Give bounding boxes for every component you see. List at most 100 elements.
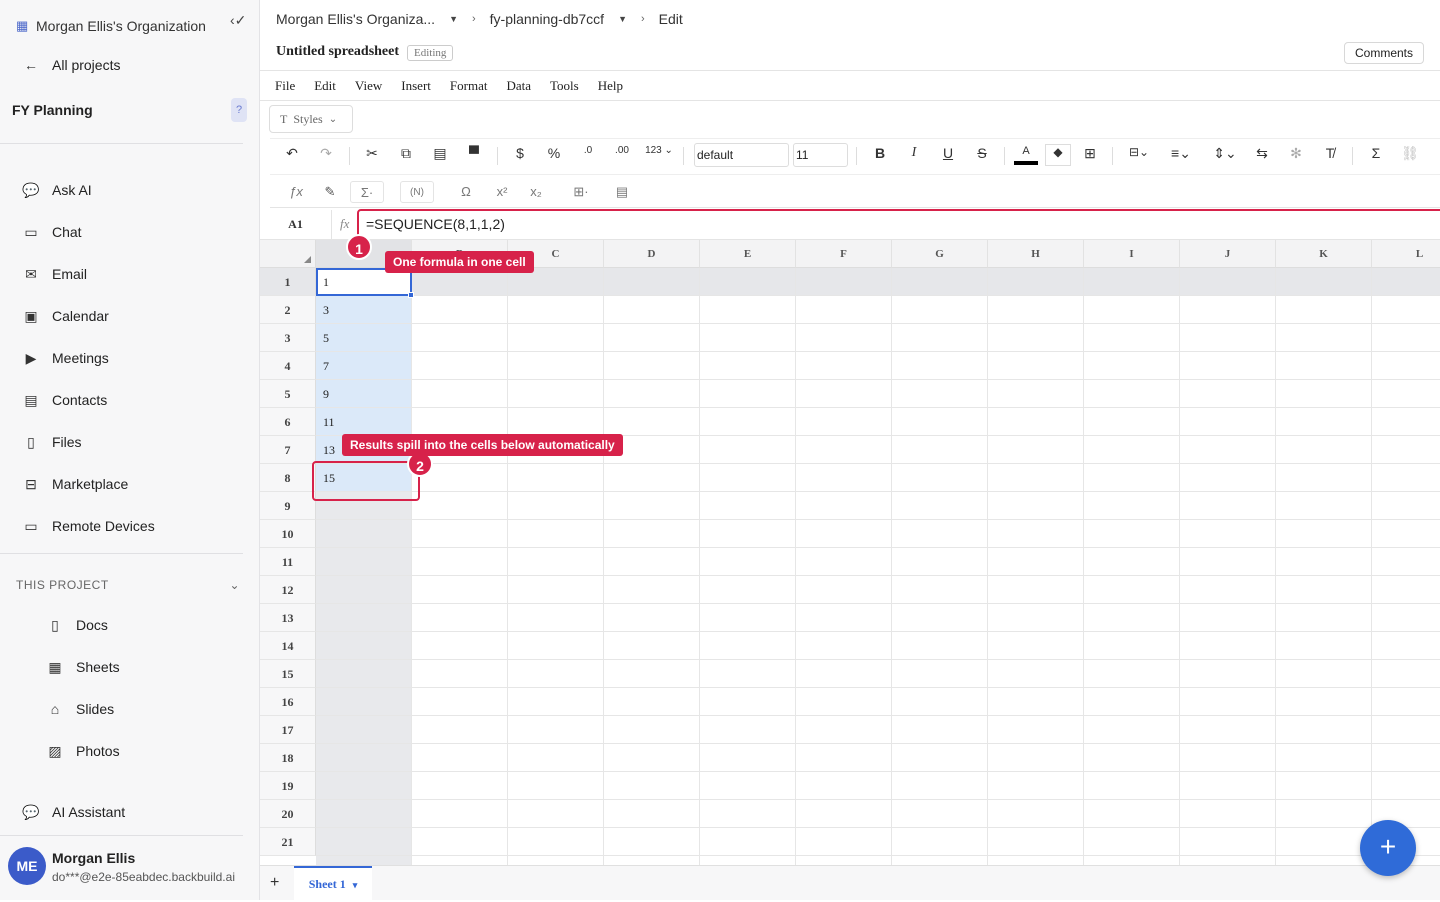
- text-color-icon[interactable]: A: [1014, 145, 1038, 165]
- paint-format-icon[interactable]: ▀: [464, 145, 484, 165]
- row-header-2[interactable]: 2: [260, 296, 316, 324]
- italic-icon[interactable]: I: [904, 145, 924, 165]
- menu-format[interactable]: Format: [450, 78, 488, 94]
- row-header-1[interactable]: 1: [260, 268, 316, 296]
- menu-help[interactable]: Help: [598, 78, 623, 94]
- nav-meetings[interactable]: ▶ Meetings: [22, 347, 109, 369]
- menu-edit[interactable]: Edit: [314, 78, 336, 94]
- nav-files[interactable]: ▯ Files: [22, 431, 81, 453]
- superscript-icon[interactable]: x²: [490, 181, 514, 203]
- this-project-section[interactable]: THIS PROJECT ⌄: [16, 578, 240, 592]
- breadcrumb-org[interactable]: Morgan Ellis's Organiza...: [276, 11, 435, 27]
- project-item-slides[interactable]: ⌂ Slides: [46, 698, 114, 720]
- nav-chat[interactable]: ▭ Chat: [22, 221, 81, 243]
- org-switcher[interactable]: ▦ Morgan Ellis's Organization: [16, 16, 248, 36]
- row-header-3[interactable]: 3: [260, 324, 316, 352]
- menu-view[interactable]: View: [355, 78, 382, 94]
- bold-icon[interactable]: B: [870, 145, 890, 165]
- menu-tools[interactable]: Tools: [550, 78, 579, 94]
- paste-icon[interactable]: ▤: [430, 145, 450, 165]
- currency-icon[interactable]: $: [510, 145, 530, 165]
- row-header-21[interactable]: 21: [260, 828, 316, 856]
- clear-format-icon[interactable]: T̸: [1320, 145, 1340, 165]
- special-char-icon[interactable]: Ω: [454, 181, 478, 203]
- help-button[interactable]: ?: [231, 98, 247, 122]
- nav-calendar[interactable]: ▣ Calendar: [22, 305, 108, 327]
- percent-icon[interactable]: %: [544, 145, 564, 165]
- fill-handle[interactable]: [408, 292, 414, 298]
- vertical-align-icon[interactable]: ⇕⌄: [1210, 145, 1240, 165]
- cell-a7[interactable]: 13: [323, 443, 335, 458]
- column-header-d[interactable]: D: [604, 240, 700, 268]
- cell-a1[interactable]: 1: [323, 275, 329, 290]
- cell-a3[interactable]: 5: [323, 331, 329, 346]
- column-header-i[interactable]: I: [1084, 240, 1180, 268]
- undo-icon[interactable]: ↶: [282, 145, 302, 165]
- nav-marketplace[interactable]: ⊟ Marketplace: [22, 473, 128, 495]
- menu-file[interactable]: File: [275, 78, 295, 94]
- row-header-18[interactable]: 18: [260, 744, 316, 772]
- row-header-4[interactable]: 4: [260, 352, 316, 380]
- row-header-17[interactable]: 17: [260, 716, 316, 744]
- link-icon[interactable]: ⛓: [1400, 145, 1420, 165]
- caret-down-icon[interactable]: ▼: [449, 14, 458, 24]
- project-item-docs[interactable]: ▯ Docs: [46, 614, 108, 636]
- row-header-12[interactable]: 12: [260, 576, 316, 604]
- row-header-16[interactable]: 16: [260, 688, 316, 716]
- cell-a5[interactable]: 9: [323, 387, 329, 402]
- menu-insert[interactable]: Insert: [401, 78, 431, 94]
- edit-icon[interactable]: ✎: [320, 181, 340, 203]
- row-header-15[interactable]: 15: [260, 660, 316, 688]
- redo-icon[interactable]: ↷: [316, 145, 336, 165]
- row-header-13[interactable]: 13: [260, 604, 316, 632]
- ai-assistant-button[interactable]: 💬 AI Assistant: [22, 801, 125, 823]
- increase-decimal-icon[interactable]: .00: [612, 145, 632, 165]
- row-header-8[interactable]: 8: [260, 464, 316, 492]
- avatar[interactable]: ME: [8, 847, 46, 885]
- function-icon[interactable]: ƒx: [286, 181, 306, 203]
- named-range-icon[interactable]: (N): [400, 181, 434, 203]
- styles-dropdown[interactable]: T Styles ⌄: [269, 105, 353, 133]
- underline-icon[interactable]: U: [938, 145, 958, 165]
- cell-a4[interactable]: 7: [323, 359, 329, 374]
- row-header-10[interactable]: 10: [260, 520, 316, 548]
- number-format-dropdown[interactable]: 123 ⌄: [644, 145, 674, 165]
- doc-title[interactable]: Untitled spreadsheet: [276, 44, 399, 60]
- cell-a2[interactable]: 3: [323, 303, 329, 318]
- fill-color-icon[interactable]: ◆: [1045, 144, 1071, 166]
- form-icon[interactable]: ▤: [610, 181, 634, 203]
- add-sheet-button[interactable]: +: [270, 874, 279, 892]
- column-header-l[interactable]: L: [1372, 240, 1440, 268]
- add-fab-button[interactable]: +: [1360, 820, 1416, 876]
- align-left-icon[interactable]: ≡⌄: [1166, 145, 1196, 165]
- nav-email[interactable]: ✉ Email: [22, 263, 87, 285]
- collapse-sidebar-icon[interactable]: ‹✓: [230, 12, 246, 29]
- column-header-g[interactable]: G: [892, 240, 988, 268]
- row-header-5[interactable]: 5: [260, 380, 316, 408]
- comments-button[interactable]: Comments: [1344, 42, 1424, 64]
- borders-icon[interactable]: ⊞: [1080, 145, 1100, 165]
- project-item-sheets[interactable]: ▦ Sheets: [46, 656, 119, 678]
- row-header-19[interactable]: 19: [260, 772, 316, 800]
- row-header-14[interactable]: 14: [260, 632, 316, 660]
- row-header-7[interactable]: 7: [260, 436, 316, 464]
- row-header-20[interactable]: 20: [260, 800, 316, 828]
- breadcrumb-project[interactable]: fy-planning-db7ccf: [490, 11, 604, 27]
- column-header-k[interactable]: K: [1276, 240, 1372, 268]
- nav-remote-devices[interactable]: ▭ Remote Devices: [22, 515, 154, 537]
- copy-icon[interactable]: ⧉: [396, 145, 416, 165]
- nav-ask-ai[interactable]: 💬 Ask AI: [22, 179, 91, 201]
- row-header-9[interactable]: 9: [260, 492, 316, 520]
- all-projects-link[interactable]: ← All projects: [22, 54, 120, 76]
- project-item-photos[interactable]: ▨ Photos: [46, 740, 119, 762]
- merge-cells-icon[interactable]: ⊟⌄: [1124, 145, 1154, 165]
- column-header-e[interactable]: E: [700, 240, 796, 268]
- text-wrap-icon[interactable]: ⇆: [1252, 145, 1272, 165]
- decrease-decimal-icon[interactable]: .0: [578, 145, 598, 165]
- cell-reference[interactable]: A1: [260, 210, 332, 240]
- strikethrough-icon[interactable]: S: [972, 145, 992, 165]
- sum-dropdown-icon[interactable]: Σ·: [350, 181, 384, 203]
- freeze-icon[interactable]: ✻: [1286, 145, 1306, 165]
- cut-icon[interactable]: ✂: [362, 145, 382, 165]
- subscript-icon[interactable]: x₂: [524, 181, 548, 203]
